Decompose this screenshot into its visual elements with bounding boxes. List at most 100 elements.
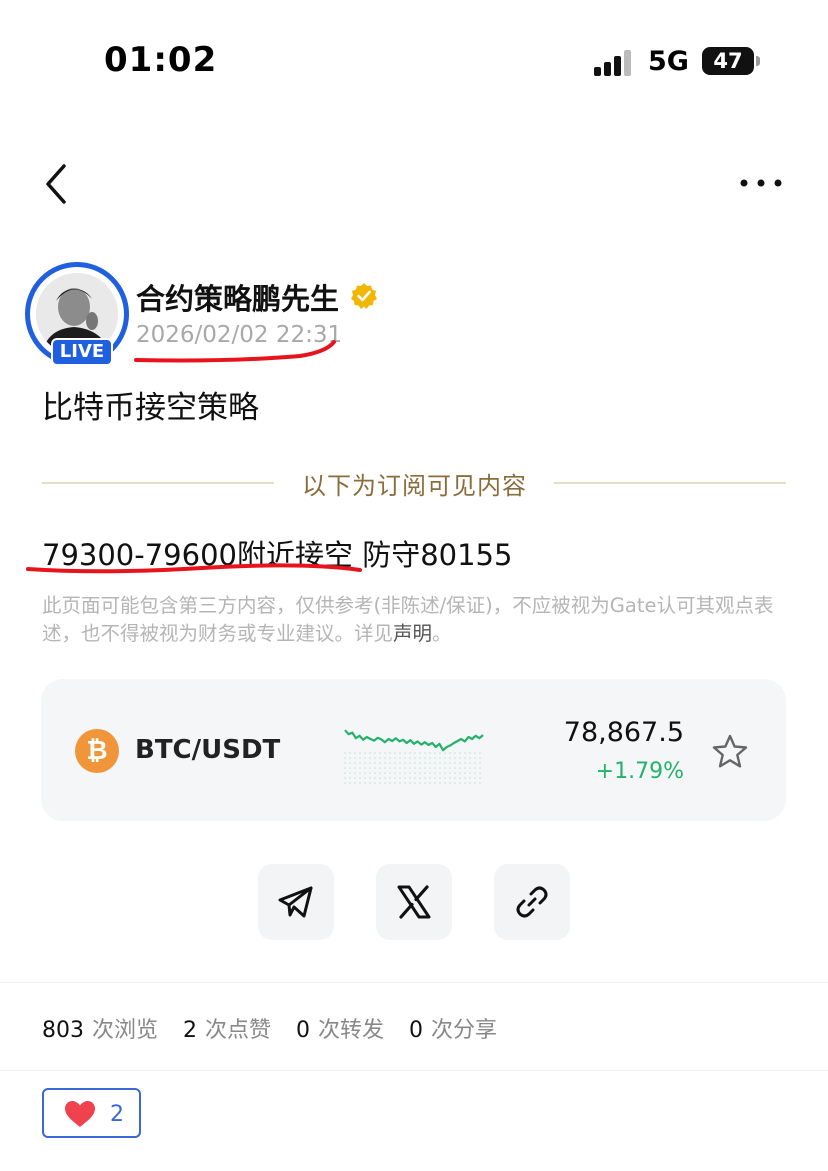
- sparkline-grid-dot: [404, 767, 406, 769]
- sparkline-grid-dot: [394, 767, 396, 769]
- sparkline-grid-dot: [429, 782, 431, 784]
- sparkline-grid-dot: [404, 757, 406, 759]
- sparkline-grid-dot: [409, 767, 411, 769]
- sparkline-grid-dot: [399, 762, 401, 764]
- sparkline-grid-dot: [359, 777, 361, 779]
- sparkline-grid-dot: [454, 752, 456, 754]
- heart-icon: [65, 1101, 95, 1127]
- sparkline-grid-dot: [479, 767, 481, 769]
- sparkline-grid-dot: [364, 772, 366, 774]
- sparkline-grid-dot: [354, 757, 356, 759]
- sparkline-grid-dot: [459, 762, 461, 764]
- sparkline-grid-dot: [434, 767, 436, 769]
- sparkline-grid-dot: [414, 772, 416, 774]
- sparkline-grid-dot: [474, 772, 476, 774]
- sparkline-grid-dot: [344, 777, 346, 779]
- sparkline-grid-dot: [419, 777, 421, 779]
- copy-link-button[interactable]: [494, 864, 570, 940]
- sparkline-grid-dot: [409, 777, 411, 779]
- sparkline-grid-dot: [444, 767, 446, 769]
- sparkline-grid-dot: [354, 767, 356, 769]
- sparkline-grid-dot: [384, 767, 386, 769]
- battery-indicator: 47: [702, 47, 754, 75]
- sparkline-grid-dot: [424, 777, 426, 779]
- sparkline-grid-dot: [349, 782, 351, 784]
- back-button[interactable]: [38, 160, 78, 208]
- more-options-button[interactable]: [736, 168, 786, 198]
- sparkline-grid-dot: [429, 777, 431, 779]
- sparkline-grid-dot: [469, 782, 471, 784]
- sparkline-grid-dot: [359, 752, 361, 754]
- sparkline-grid-dot: [369, 752, 371, 754]
- sparkline-grid-dot: [439, 782, 441, 784]
- sparkline-grid-dot: [459, 757, 461, 759]
- sparkline-grid-dot: [379, 757, 381, 759]
- sparkline-grid-dot: [404, 752, 406, 754]
- sparkline-grid-dot: [419, 772, 421, 774]
- sparkline-grid-dot: [464, 767, 466, 769]
- sparkline-grid-dot: [384, 762, 386, 764]
- sparkline-grid-dot: [454, 757, 456, 759]
- sparkline-grid-dot: [364, 762, 366, 764]
- sparkline-grid-dot: [444, 777, 446, 779]
- sparkline-grid-dot: [344, 772, 346, 774]
- sparkline-grid-dot: [399, 767, 401, 769]
- author-avatar[interactable]: LIVE: [25, 262, 129, 366]
- sparkline-grid-dot: [389, 772, 391, 774]
- disclaimer-link[interactable]: 声明: [393, 622, 432, 645]
- sparkline-grid-dot: [434, 752, 436, 754]
- sparkline-grid-dot: [439, 752, 441, 754]
- sparkline-grid-dot: [414, 757, 416, 759]
- sparkline-grid-dot: [404, 762, 406, 764]
- sparkline-grid-dot: [369, 757, 371, 759]
- heart-reaction-button[interactable]: 2: [42, 1088, 141, 1138]
- live-badge: LIVE: [51, 338, 113, 366]
- sparkline-grid-dot: [439, 767, 441, 769]
- red-annotation-underline: [134, 340, 336, 363]
- sparkline-grid-dot: [439, 772, 441, 774]
- telegram-icon: [278, 886, 313, 918]
- favorite-star-button[interactable]: [711, 733, 749, 771]
- sparkline-grid-dot: [379, 752, 381, 754]
- sparkline-grid-dot: [449, 772, 451, 774]
- sparkline-grid-dot: [354, 762, 356, 764]
- post-title: 比特币接空策略: [42, 390, 259, 426]
- sparkline-grid-dot: [454, 762, 456, 764]
- star-icon: [712, 734, 748, 768]
- sparkline-grid-dot: [344, 762, 346, 764]
- status-time: 01:02: [104, 40, 218, 80]
- sparkline-grid-dot: [434, 762, 436, 764]
- sparkline-grid-dot: [469, 757, 471, 759]
- sparkline-grid-dot: [364, 777, 366, 779]
- bitcoin-icon: ₿: [75, 729, 119, 773]
- sparkline-grid-dot: [434, 782, 436, 784]
- sparkline-grid-dot: [354, 752, 356, 754]
- sparkline-grid-dot: [364, 752, 366, 754]
- sparkline-grid-dot: [379, 772, 381, 774]
- sparkline-grid-dot: [469, 772, 471, 774]
- section-separator: [0, 1070, 828, 1071]
- share-telegram-button[interactable]: [258, 864, 334, 940]
- sparkline-grid-dot: [414, 762, 416, 764]
- sparkline-grid-dot: [344, 752, 346, 754]
- sparkline-grid-dot: [409, 772, 411, 774]
- sparkline-grid-dot: [394, 762, 396, 764]
- sparkline-grid-dot: [464, 777, 466, 779]
- sparkline-grid-dot: [404, 782, 406, 784]
- sparkline-grid-dot: [434, 757, 436, 759]
- sparkline-grid-dot: [444, 782, 446, 784]
- battery-cap: [756, 56, 760, 66]
- sparkline-grid-dot: [469, 767, 471, 769]
- author-name[interactable]: 合约策略鹏先生: [136, 276, 339, 318]
- sparkline-grid-dot: [459, 782, 461, 784]
- sparkline-grid-dot: [414, 782, 416, 784]
- sparkline-grid-dot: [369, 767, 371, 769]
- sparkline-grid-dot: [429, 752, 431, 754]
- sparkline-grid-dot: [479, 777, 481, 779]
- sparkline-grid-dot: [424, 767, 426, 769]
- sparkline-grid-dot: [434, 777, 436, 779]
- share-x-button[interactable]: [376, 864, 452, 940]
- sparkline-grid-dot: [479, 757, 481, 759]
- ticker-card[interactable]: ₿ BTC/USDT 78,867.5 +1.79%: [41, 679, 786, 821]
- sparkline-grid-dot: [469, 777, 471, 779]
